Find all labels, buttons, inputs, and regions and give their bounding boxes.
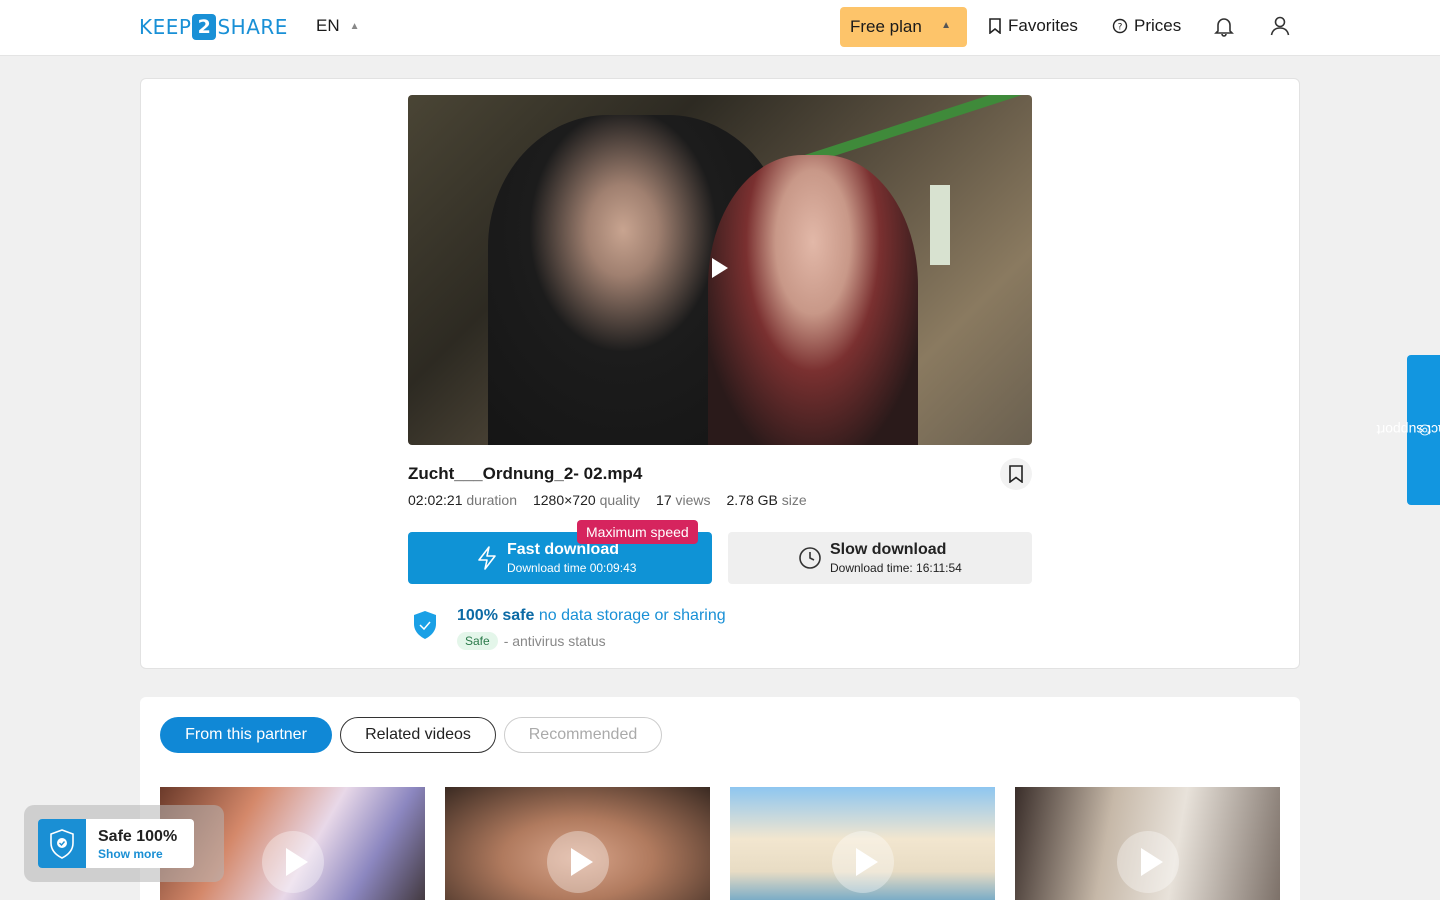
plan-label: Free plan	[850, 17, 922, 36]
prices-link[interactable]: ? Prices	[1112, 16, 1181, 36]
logo-text-2: 2	[192, 14, 217, 40]
play-icon	[571, 848, 593, 876]
video-scene-figure-right	[708, 155, 918, 445]
tab-recommended[interactable]: Recommended	[504, 717, 662, 753]
views-value: 17	[656, 492, 672, 508]
contact-support-label: ◎ contact support	[1376, 422, 1440, 438]
size-value: 2.78 GB	[726, 492, 778, 508]
safe-popup-icon-box	[38, 819, 86, 868]
bookmark-icon	[1009, 465, 1023, 483]
safe-pill: Safe	[457, 632, 498, 650]
contact-support-tab[interactable]: ◎ contact support	[1376, 355, 1440, 505]
shield-check-icon	[414, 611, 436, 639]
meta-quality: 1280×720 quality	[533, 492, 640, 508]
quality-value: 1280×720	[532, 492, 596, 508]
video-thumbnail[interactable]	[1015, 787, 1280, 900]
tab-from-this-partner[interactable]: From this partner	[160, 717, 332, 753]
safe-popup[interactable]: Safe 100% Show more	[38, 819, 194, 868]
safe-popup-title: Safe 100%	[98, 828, 178, 845]
logo-text-share: SHARE	[217, 15, 288, 39]
file-meta: 02:02:21 duration 1280×720 quality 17 vi…	[408, 492, 807, 508]
tab-related-videos[interactable]: Related videos	[340, 717, 496, 753]
clock-icon	[799, 547, 821, 569]
slow-download-label: Slow download	[830, 541, 947, 558]
quality-label: quality	[599, 492, 641, 508]
contact-support-text: contact support	[1375, 422, 1440, 438]
safety-desc: no data storage or sharing	[538, 607, 726, 624]
lightning-icon	[478, 546, 496, 570]
keep2share-logo[interactable]: KEEP 2 SHARE	[139, 13, 288, 41]
safety-bold: 100% safe	[457, 607, 535, 624]
play-icon[interactable]	[712, 258, 728, 278]
user-icon[interactable]	[1268, 14, 1292, 38]
show-more-link[interactable]: Show more	[98, 847, 163, 861]
play-icon	[286, 848, 308, 876]
antivirus-status: Safe - antivirus status	[457, 632, 606, 650]
play-icon	[1141, 848, 1163, 876]
meta-size: 2.78 GB size	[727, 492, 807, 508]
logo-text-keep: KEEP	[139, 15, 192, 39]
size-label: size	[781, 492, 807, 508]
favorites-label: Favorites	[1008, 16, 1078, 35]
prices-label: Prices	[1134, 16, 1182, 35]
video-scene-window	[930, 185, 950, 265]
svg-text:?: ?	[1118, 23, 1123, 33]
play-icon	[856, 848, 878, 876]
slow-download-time: Download time: 16:11:54	[830, 561, 962, 575]
language-selector[interactable]: EN ▲	[316, 16, 360, 36]
duration-value: 02:02:21	[408, 492, 463, 508]
fast-download-time: Download time 00:09:43	[507, 561, 637, 575]
meta-duration: 02:02:21 duration	[408, 492, 517, 508]
add-to-favorites-button[interactable]	[1000, 458, 1032, 490]
video-thumbnail[interactable]	[445, 787, 710, 900]
chevron-up-icon: ▲	[941, 20, 951, 31]
duration-label: duration	[466, 492, 517, 508]
language-label: EN	[316, 16, 340, 35]
views-label: views	[675, 492, 711, 508]
free-plan-button[interactable]: Free plan ▲	[840, 7, 967, 47]
favorites-link[interactable]: Favorites	[988, 16, 1078, 36]
video-thumbnail[interactable]	[730, 787, 995, 900]
slow-download-button[interactable]: Slow download Download time: 16:11:54	[728, 532, 1032, 584]
safety-text: 100% safe no data storage or sharing	[457, 607, 726, 625]
file-title: Zucht___Ordnung_2- 02.mp4	[408, 464, 643, 483]
bell-icon[interactable]	[1212, 14, 1236, 38]
chevron-up-icon: ▲	[349, 20, 360, 32]
help-circle-icon: ?	[1112, 18, 1128, 34]
bookmark-icon	[989, 18, 1001, 34]
top-header: KEEP 2 SHARE EN ▲ Free plan ▲ Favorites …	[0, 0, 1440, 56]
meta-views: 17 views	[656, 492, 710, 508]
antivirus-label: - antivirus status	[503, 633, 606, 649]
maximum-speed-badge: Maximum speed	[577, 520, 698, 544]
shield-check-icon	[50, 828, 74, 859]
